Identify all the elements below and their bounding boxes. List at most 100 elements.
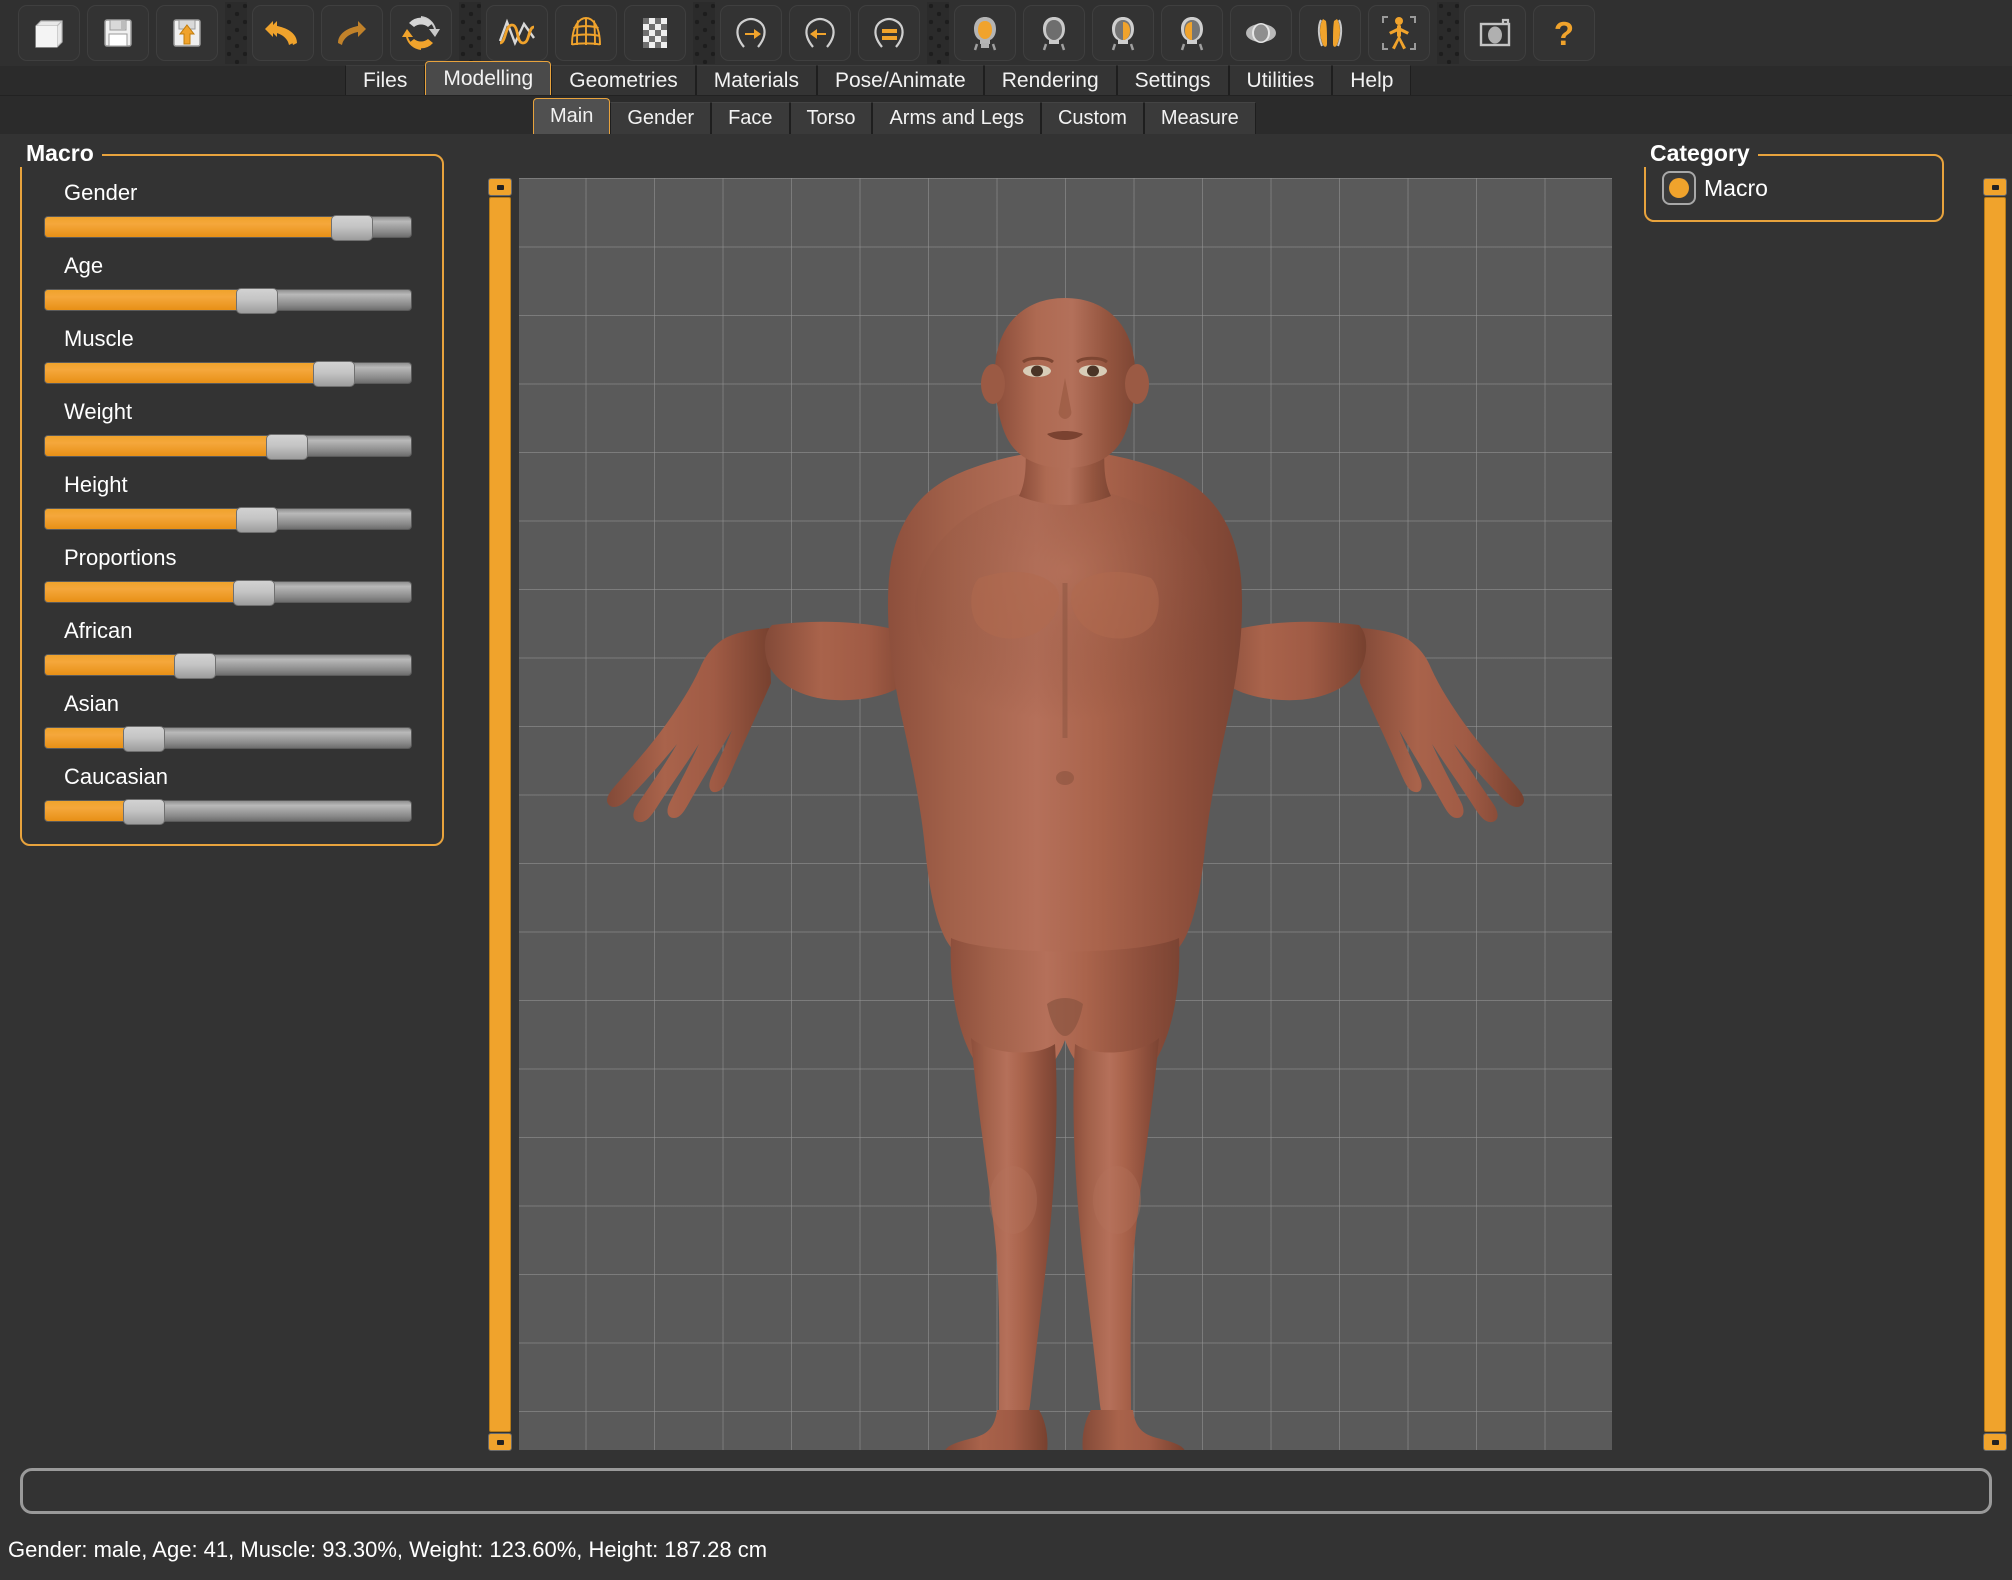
- slider-label-asian: Asian: [64, 691, 420, 717]
- top-view-icon: [1241, 13, 1281, 53]
- slider-weight[interactable]: Weight: [44, 399, 420, 457]
- radio-macro[interactable]: [1662, 171, 1696, 205]
- tab-modelling[interactable]: Modelling: [425, 61, 551, 95]
- slider-label-weight: Weight: [64, 399, 420, 425]
- smooth-icon: [496, 13, 538, 53]
- redo-icon: [332, 13, 372, 53]
- slider-fill-african: [45, 655, 195, 675]
- slider-label-muscle: Muscle: [64, 326, 420, 352]
- category-group-title: Category: [1642, 140, 1758, 167]
- subtab-torso[interactable]: Torso: [790, 102, 873, 134]
- tab-pose-animate[interactable]: Pose/Animate: [817, 65, 984, 95]
- smooth-button[interactable]: [486, 5, 548, 61]
- help-icon: ?: [1544, 13, 1584, 53]
- front-view-icon: [965, 13, 1005, 53]
- subtab-main[interactable]: Main: [533, 98, 610, 134]
- left-view-button[interactable]: [1092, 5, 1154, 61]
- tab-files[interactable]: Files: [345, 65, 425, 95]
- subtab-measure[interactable]: Measure: [1144, 102, 1256, 134]
- tab-materials[interactable]: Materials: [696, 65, 817, 95]
- subtab-custom[interactable]: Custom: [1041, 102, 1144, 134]
- undo-icon: [263, 13, 303, 53]
- symmetry-button[interactable]: [858, 5, 920, 61]
- progress-bar: [20, 1468, 1992, 1514]
- slider-track-caucasian[interactable]: [44, 800, 412, 822]
- symmetry-right-button[interactable]: [720, 5, 782, 61]
- viewport-scrollbar-left[interactable]: [489, 197, 511, 1432]
- slider-proportions[interactable]: Proportions: [44, 545, 420, 603]
- right-view-icon: [1172, 13, 1212, 53]
- slider-label-caucasian: Caucasian: [64, 764, 420, 790]
- symmetry-right-icon: [730, 13, 772, 53]
- save-button[interactable]: [87, 5, 149, 61]
- subtab-face[interactable]: Face: [711, 102, 789, 134]
- subdivide-button[interactable]: [624, 5, 686, 61]
- slider-track-muscle[interactable]: [44, 362, 412, 384]
- slider-handle-caucasian: [123, 799, 165, 825]
- slider-asian[interactable]: Asian: [44, 691, 420, 749]
- right-view-button[interactable]: [1161, 5, 1223, 61]
- slider-label-height: Height: [64, 472, 420, 498]
- slider-track-asian[interactable]: [44, 727, 412, 749]
- subtab-gender[interactable]: Gender: [610, 102, 711, 134]
- slider-track-african[interactable]: [44, 654, 412, 676]
- left-view-icon: [1103, 13, 1143, 53]
- subdivide-icon: [635, 13, 675, 53]
- slider-handle-gender: [331, 215, 373, 241]
- scrollbar-cap-top[interactable]: [488, 178, 512, 196]
- subtab-arms-and-legs[interactable]: Arms and Legs: [872, 102, 1041, 134]
- grab-screen-button[interactable]: [1464, 5, 1526, 61]
- slider-handle-asian: [123, 726, 165, 752]
- slider-handle-age: [236, 288, 278, 314]
- slider-track-height[interactable]: [44, 508, 412, 530]
- help-button[interactable]: ?: [1533, 5, 1595, 61]
- reset-mesh-button[interactable]: [390, 5, 452, 61]
- slider-track-age[interactable]: [44, 289, 412, 311]
- 3d-viewport[interactable]: [519, 178, 1612, 1450]
- slider-handle-muscle: [313, 361, 355, 387]
- slider-fill-muscle: [45, 363, 334, 383]
- front-view-button[interactable]: [954, 5, 1016, 61]
- toolbar-separator: [459, 2, 481, 64]
- load-button[interactable]: [156, 5, 218, 61]
- slider-height[interactable]: Height: [44, 472, 420, 530]
- status-bar: Gender: male, Age: 41, Muscle: 93.30%, W…: [8, 1537, 767, 1563]
- tab-settings[interactable]: Settings: [1117, 65, 1229, 95]
- slider-caucasian[interactable]: Caucasian: [44, 764, 420, 822]
- bottom-view-button[interactable]: [1299, 5, 1361, 61]
- back-view-button[interactable]: [1023, 5, 1085, 61]
- sub-tab-bar: Main Gender Face Torso Arms and Legs Cus…: [0, 96, 2012, 134]
- tab-utilities[interactable]: Utilities: [1229, 65, 1333, 95]
- tab-geometries[interactable]: Geometries: [551, 65, 696, 95]
- new-button[interactable]: [18, 5, 80, 61]
- slider-muscle[interactable]: Muscle: [44, 326, 420, 384]
- slider-track-proportions[interactable]: [44, 581, 412, 603]
- slider-african[interactable]: African: [44, 618, 420, 676]
- undo-button[interactable]: [252, 5, 314, 61]
- human-figure[interactable]: [519, 178, 1612, 1450]
- reset-camera-button[interactable]: [1368, 5, 1430, 61]
- slider-gender[interactable]: Gender: [44, 180, 420, 238]
- grab-screen-icon: [1475, 13, 1515, 53]
- top-view-button[interactable]: [1230, 5, 1292, 61]
- bottom-view-icon: [1310, 13, 1350, 53]
- redo-button[interactable]: [321, 5, 383, 61]
- slider-label-gender: Gender: [64, 180, 420, 206]
- slider-age[interactable]: Age: [44, 253, 420, 311]
- tab-rendering[interactable]: Rendering: [984, 65, 1117, 95]
- macro-group-box: Gender Age Muscle Weight: [20, 154, 444, 846]
- scrollbar-cap-bottom[interactable]: [1983, 1433, 2007, 1451]
- toolbar-separator: [225, 2, 247, 64]
- wireframe-button[interactable]: [555, 5, 617, 61]
- right-panel: Category Macro: [1630, 140, 1990, 1410]
- save-icon: [98, 13, 138, 53]
- scrollbar-cap-bottom[interactable]: [488, 1433, 512, 1451]
- left-panel: Macro Gender Age Muscle Weight: [0, 140, 480, 1410]
- symmetry-left-button[interactable]: [789, 5, 851, 61]
- tab-help[interactable]: Help: [1332, 65, 1411, 95]
- slider-fill-height: [45, 509, 257, 529]
- category-option-label-macro: Macro: [1704, 175, 1768, 202]
- slider-handle-weight: [266, 434, 308, 460]
- slider-track-weight[interactable]: [44, 435, 412, 457]
- slider-track-gender[interactable]: [44, 216, 412, 238]
